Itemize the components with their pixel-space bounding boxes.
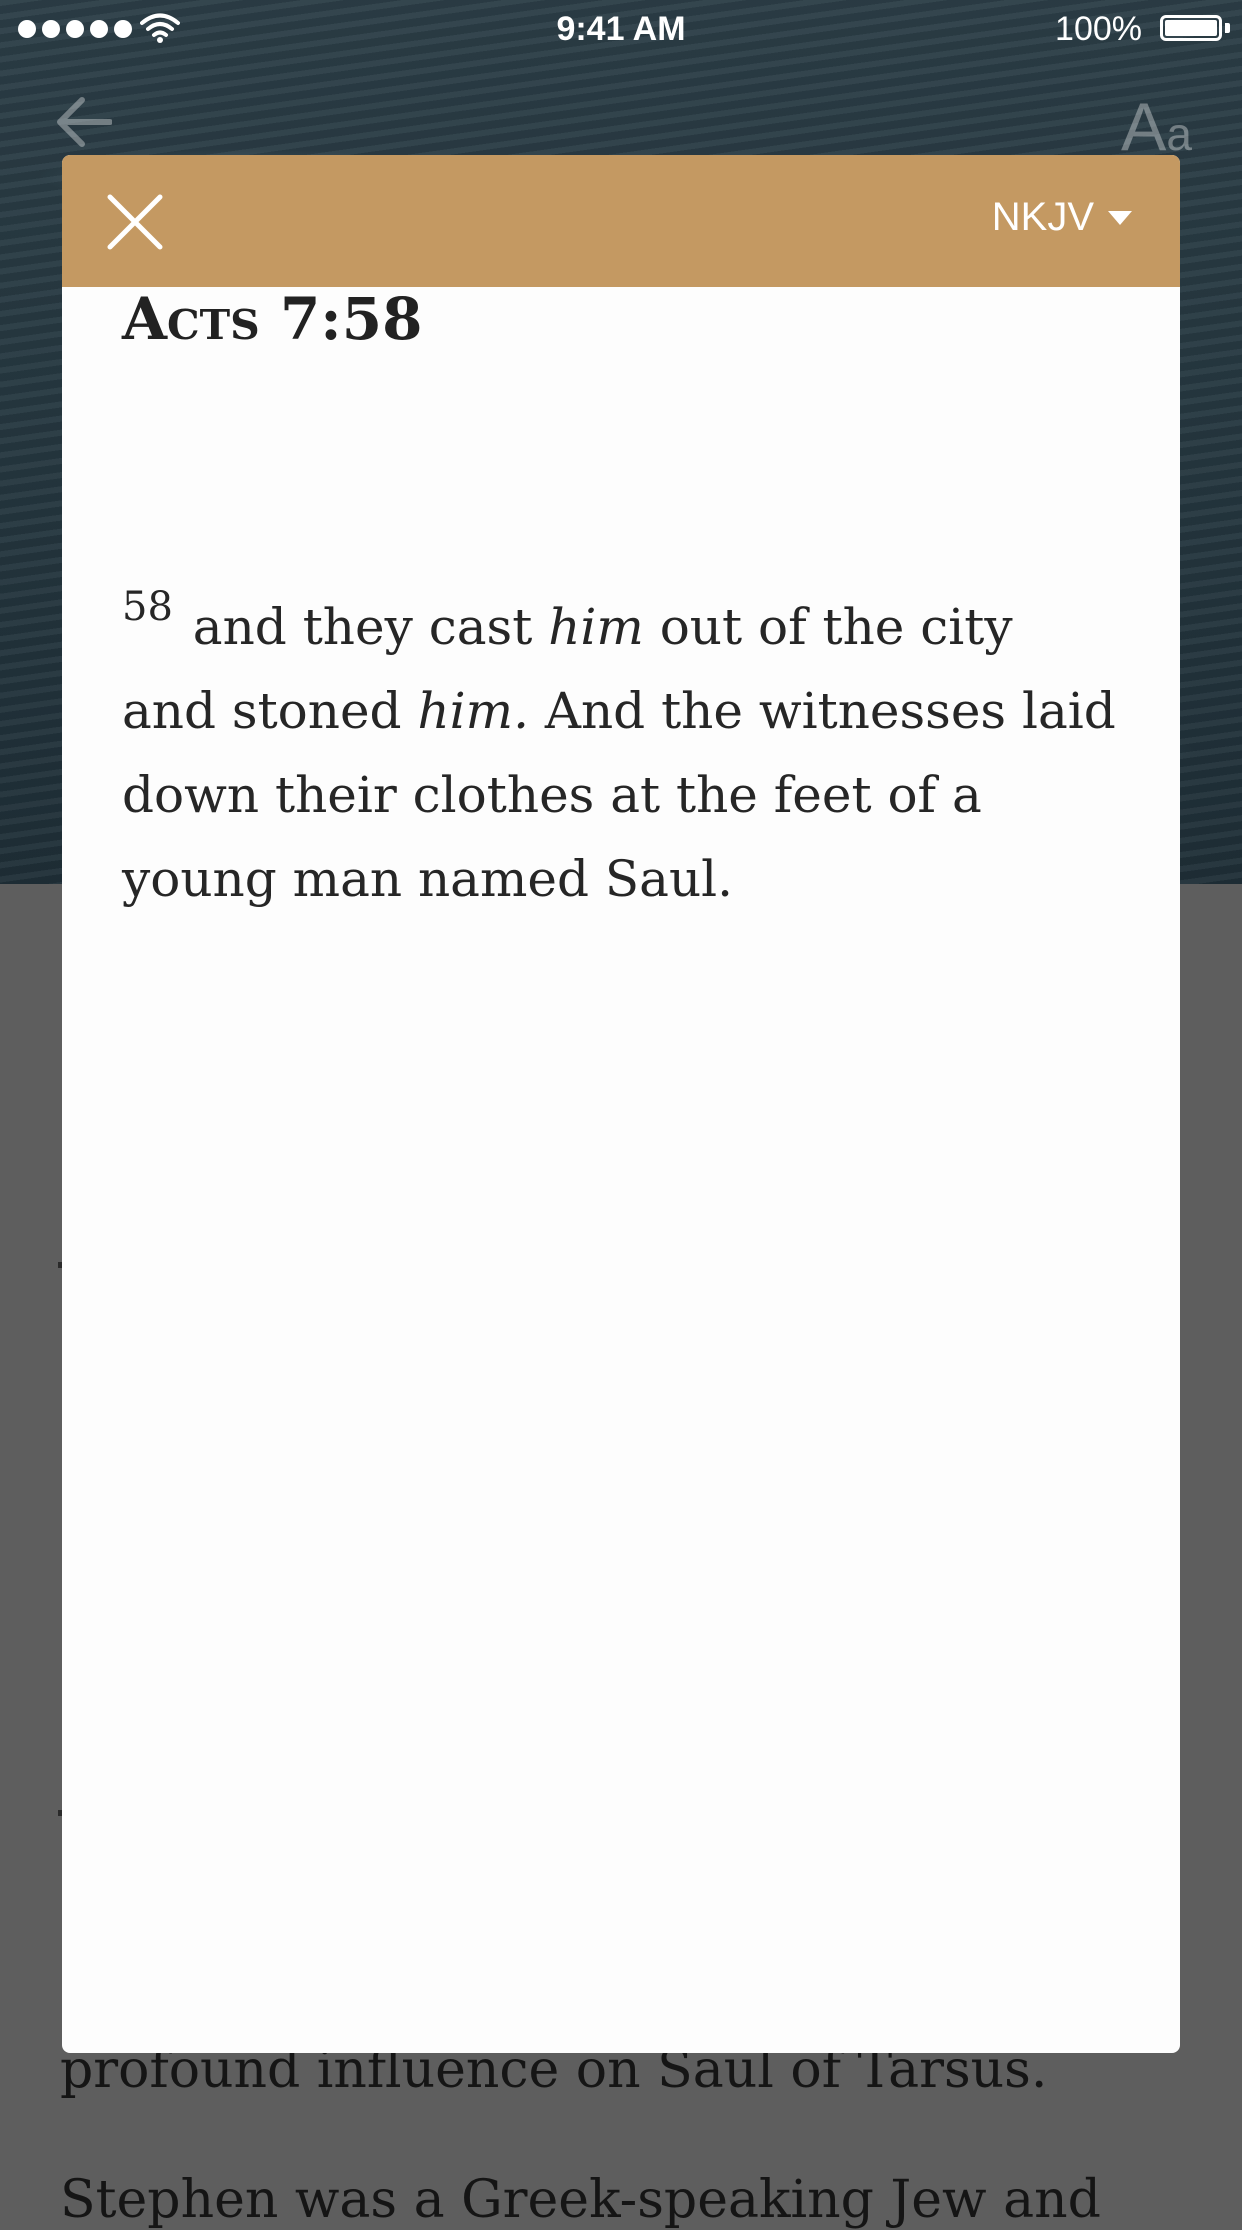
verse-text-italic: him (548, 598, 644, 656)
verse-reference: Acts 7:58 (122, 285, 423, 353)
bible-version-dropdown[interactable]: NKJV (992, 195, 1132, 240)
verse-number: 58 (122, 584, 173, 630)
caret-down-icon (1108, 210, 1132, 225)
battery-nub (1225, 23, 1230, 33)
close-icon[interactable] (106, 193, 164, 251)
verse-text-italic: him. (417, 682, 529, 740)
modal-header: NKJV (62, 155, 1180, 287)
battery-icon (1160, 15, 1222, 41)
arrow-left-icon[interactable] (56, 96, 112, 148)
bible-version-label: NKJV (991, 195, 1094, 239)
verse-text-part: and they cast (176, 598, 549, 656)
article-text-line: Stephen was a Greek-speaking Jew and (60, 2170, 1101, 2230)
verse-text: 58 and they cast him out of the city and… (122, 585, 1122, 921)
status-bar: 9:41 AM 100% (0, 0, 1242, 60)
font-size-icon-large-glyph: A (1121, 89, 1167, 165)
verse-popup-modal: NKJV Acts 7:58 58 and they cast him out … (62, 155, 1180, 2053)
battery-percentage: 100% (1055, 10, 1142, 48)
font-size-icon-small-glyph: a (1166, 108, 1192, 160)
